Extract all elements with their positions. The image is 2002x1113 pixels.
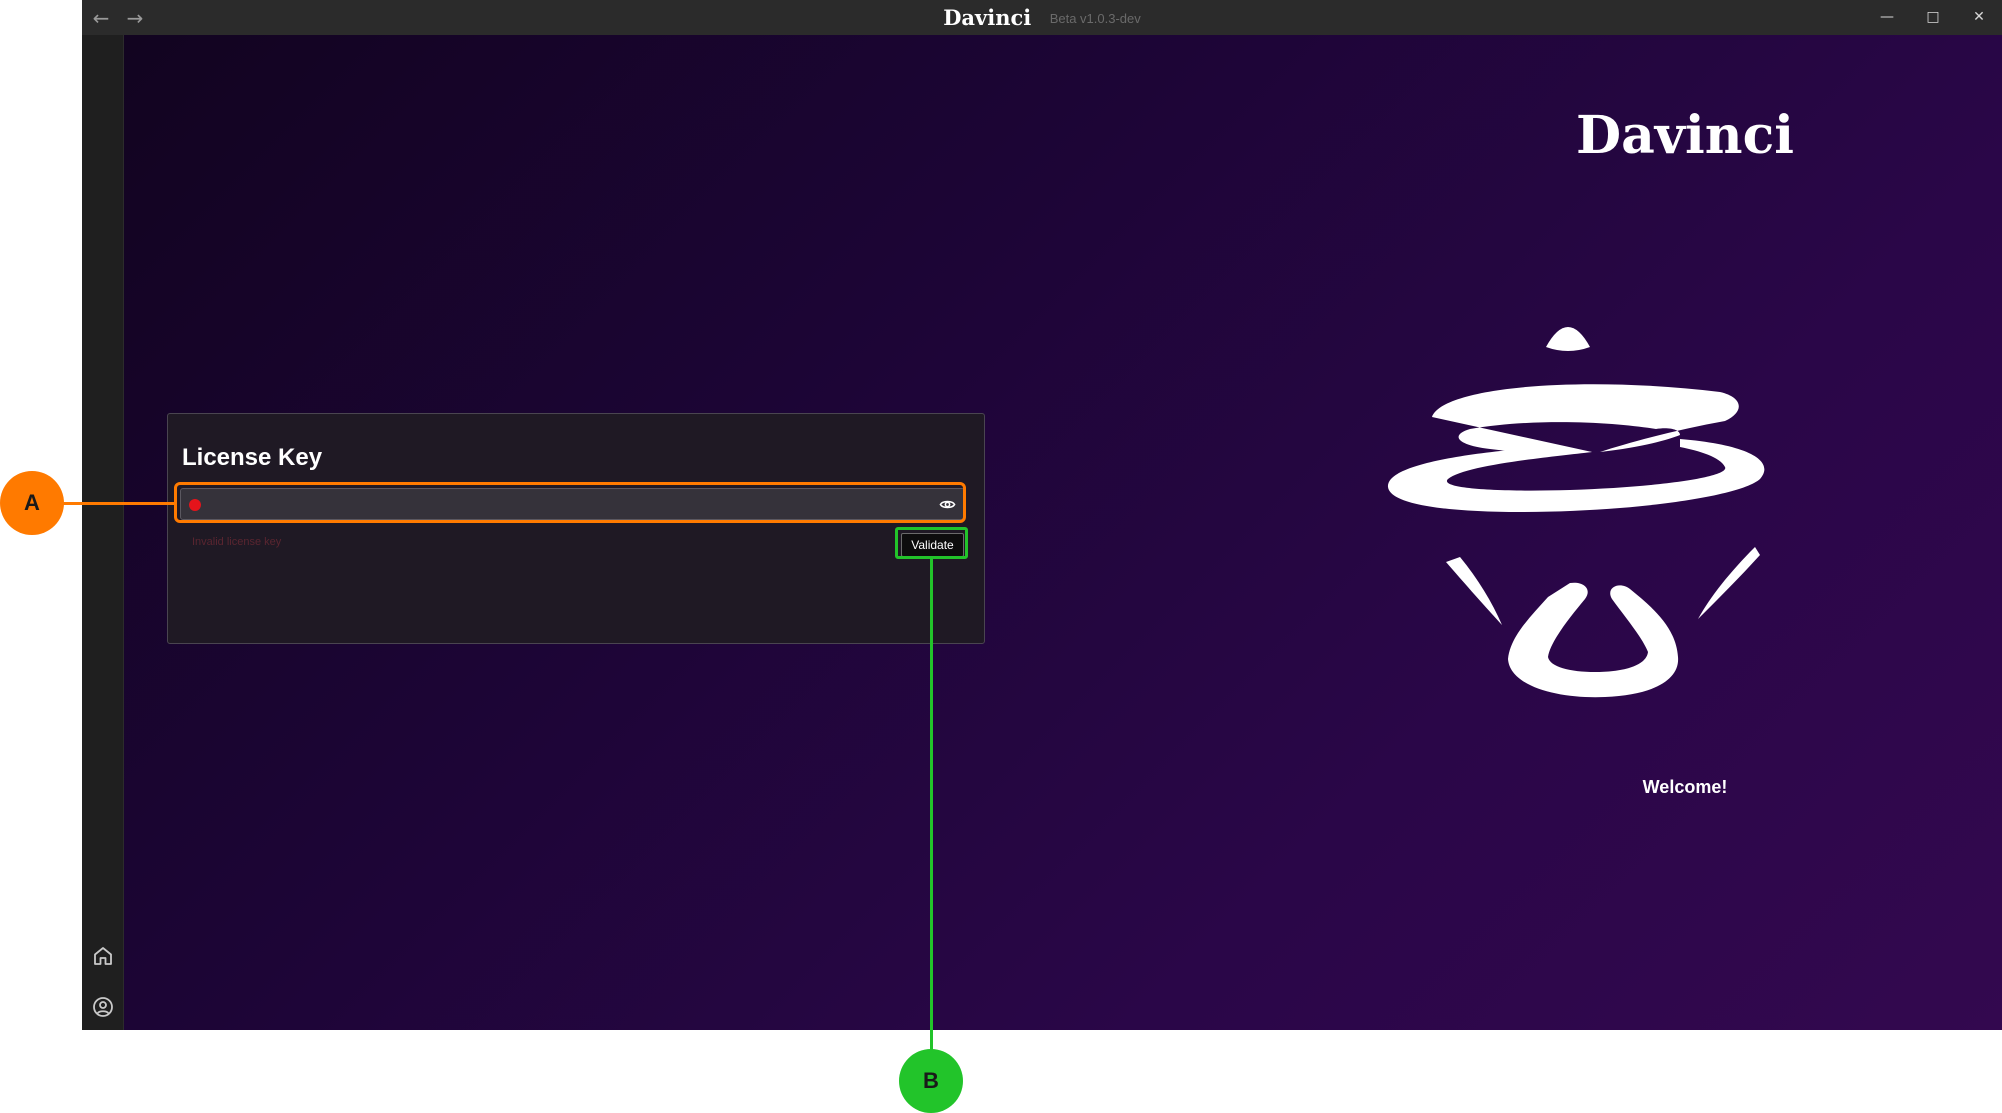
home-icon[interactable] (91, 944, 115, 968)
sidebar (82, 35, 124, 1030)
minimize-icon[interactable]: — (1864, 0, 1910, 35)
welcome-text: Welcome! (1642, 777, 1728, 797)
callout-a-connector (62, 502, 174, 505)
main-area: License Key Invalid license key Validate… (124, 35, 2002, 1030)
license-card: License Key Invalid license key Validate (167, 413, 985, 644)
error-message: Invalid license key (192, 536, 282, 548)
app-title: Davinci (943, 5, 1032, 30)
user-circle-icon[interactable] (91, 995, 115, 1019)
close-icon[interactable]: ✕ (1956, 0, 2002, 35)
callout-a-highlight (174, 482, 966, 523)
brand-title: Davinci (1576, 105, 1794, 166)
license-title: License Key (182, 444, 323, 471)
callout-b-highlight (895, 527, 968, 559)
callout-a-badge: A (0, 471, 64, 535)
callout-b-connector (930, 559, 933, 1057)
app-version: Beta v1.0.3-dev (1049, 11, 1141, 26)
title-wrap: Davinci Beta v1.0.3-dev (82, 0, 2002, 35)
title-bar: ← → Davinci Beta v1.0.3-dev — □ ✕ (82, 0, 2002, 35)
maximize-icon[interactable]: □ (1910, 0, 1956, 35)
davinci-logo-icon (1387, 327, 1765, 698)
callout-b-badge: B (899, 1049, 963, 1113)
screenshot: ← → Davinci Beta v1.0.3-dev — □ ✕ Licens… (0, 0, 2002, 1113)
